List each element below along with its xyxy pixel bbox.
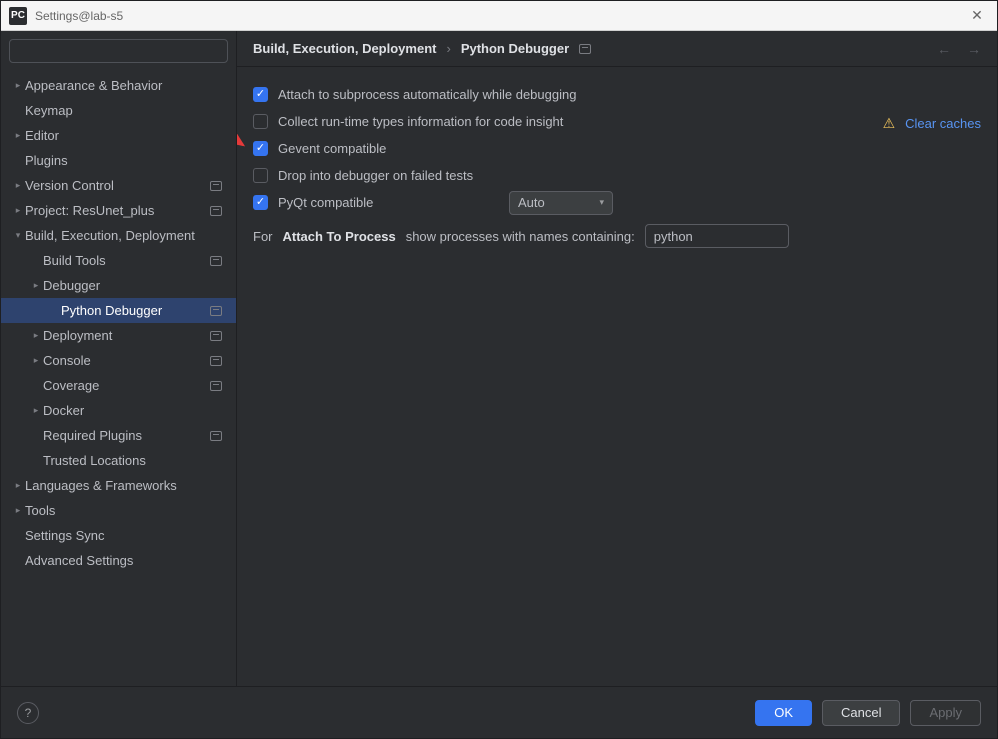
tree-item-label: Languages & Frameworks bbox=[25, 478, 228, 493]
attach-subprocess-checkbox[interactable] bbox=[253, 87, 268, 102]
tree-item-label: Trusted Locations bbox=[43, 453, 228, 468]
search-input[interactable] bbox=[9, 39, 228, 63]
tree-item-label: Build, Execution, Deployment bbox=[25, 228, 228, 243]
tree-item-required-plugins[interactable]: Required Plugins bbox=[1, 423, 236, 448]
project-scope-icon bbox=[210, 206, 222, 216]
nav-back-icon[interactable]: ← bbox=[937, 41, 951, 57]
chevron-down-icon: ▾ bbox=[599, 197, 604, 208]
tree-item-label: Project: ResUnet_plus bbox=[25, 203, 210, 218]
tree-item-label: Build Tools bbox=[43, 253, 210, 268]
gevent-checkbox[interactable] bbox=[253, 141, 268, 156]
breadcrumb-leaf: Python Debugger bbox=[461, 41, 569, 56]
tree-item-deployment[interactable]: ▸Deployment bbox=[1, 323, 236, 348]
tree-item-languages-frameworks[interactable]: ▸Languages & Frameworks bbox=[1, 473, 236, 498]
tree-item-settings-sync[interactable]: Settings Sync bbox=[1, 523, 236, 548]
tree-item-tools[interactable]: ▸Tools bbox=[1, 498, 236, 523]
tree-item-label: Debugger bbox=[43, 278, 228, 293]
tree-item-label: Advanced Settings bbox=[25, 553, 228, 568]
project-scope-icon bbox=[579, 44, 591, 54]
tree-item-build-tools[interactable]: Build Tools bbox=[1, 248, 236, 273]
settings-sidebar: ▸Appearance & BehaviorKeymap▸EditorPlugi… bbox=[1, 31, 237, 686]
breadcrumb-root[interactable]: Build, Execution, Deployment bbox=[253, 41, 436, 56]
close-icon[interactable]: ✕ bbox=[965, 7, 989, 24]
chevron-right-icon: ▸ bbox=[11, 205, 25, 216]
tree-item-label: Editor bbox=[25, 128, 228, 143]
tree-item-label: Settings Sync bbox=[25, 528, 228, 543]
cancel-button[interactable]: Cancel bbox=[822, 700, 900, 726]
pyqt-select[interactable]: Auto ▾ bbox=[509, 191, 613, 215]
settings-tree[interactable]: ▸Appearance & BehaviorKeymap▸EditorPlugi… bbox=[1, 71, 236, 686]
chevron-right-icon: ▸ bbox=[29, 330, 43, 341]
help-button[interactable]: ? bbox=[17, 702, 39, 724]
tree-item-label: Deployment bbox=[43, 328, 210, 343]
tree-item-plugins[interactable]: Plugins bbox=[1, 148, 236, 173]
warning-icon: ⚠ bbox=[883, 115, 896, 132]
apply-button[interactable]: Apply bbox=[910, 700, 981, 726]
tree-item-label: Console bbox=[43, 353, 210, 368]
tree-item-coverage[interactable]: Coverage bbox=[1, 373, 236, 398]
tree-item-advanced-settings[interactable]: Advanced Settings bbox=[1, 548, 236, 573]
project-scope-icon bbox=[210, 181, 222, 191]
chevron-right-icon: ▸ bbox=[29, 355, 43, 366]
project-scope-icon bbox=[210, 381, 222, 391]
settings-main: Build, Execution, Deployment › Python De… bbox=[237, 31, 997, 686]
nav-forward-icon[interactable]: → bbox=[967, 41, 981, 57]
window-title: Settings@lab-s5 bbox=[35, 9, 965, 23]
tree-item-label: Version Control bbox=[25, 178, 210, 193]
chevron-right-icon: ▸ bbox=[29, 405, 43, 416]
project-scope-icon bbox=[210, 256, 222, 266]
tree-item-debugger[interactable]: ▸Debugger bbox=[1, 273, 236, 298]
chevron-right-icon: › bbox=[446, 41, 450, 56]
attach-subprocess-label[interactable]: Attach to subprocess automatically while… bbox=[278, 87, 576, 102]
chevron-right-icon: ▸ bbox=[11, 180, 25, 191]
tree-item-label: Appearance & Behavior bbox=[25, 78, 228, 93]
chevron-right-icon: ▸ bbox=[11, 505, 25, 516]
project-scope-icon bbox=[210, 331, 222, 341]
gevent-label[interactable]: Gevent compatible bbox=[278, 141, 386, 156]
pyqt-label[interactable]: PyQt compatible bbox=[278, 195, 373, 210]
tree-item-build-execution-deployment[interactable]: ▾Build, Execution, Deployment bbox=[1, 223, 236, 248]
drop-into-checkbox[interactable] bbox=[253, 168, 268, 183]
project-scope-icon bbox=[210, 356, 222, 366]
tree-item-trusted-locations[interactable]: Trusted Locations bbox=[1, 448, 236, 473]
drop-into-label[interactable]: Drop into debugger on failed tests bbox=[278, 168, 473, 183]
chevron-right-icon: ▸ bbox=[29, 280, 43, 291]
tree-item-label: Docker bbox=[43, 403, 228, 418]
tree-item-editor[interactable]: ▸Editor bbox=[1, 123, 236, 148]
titlebar: PC Settings@lab-s5 ✕ bbox=[1, 1, 997, 31]
chevron-right-icon: ▸ bbox=[11, 130, 25, 141]
tree-item-project-resunet-plus[interactable]: ▸Project: ResUnet_plus bbox=[1, 198, 236, 223]
dialog-footer: ? OK Cancel Apply bbox=[1, 686, 997, 738]
tree-item-version-control[interactable]: ▸Version Control bbox=[1, 173, 236, 198]
pyqt-select-value: Auto bbox=[518, 195, 599, 210]
chevron-right-icon: ▸ bbox=[11, 480, 25, 491]
tree-item-python-debugger[interactable]: Python Debugger bbox=[1, 298, 236, 323]
chevron-down-icon: ▾ bbox=[11, 230, 25, 241]
collect-runtime-label[interactable]: Collect run-time types information for c… bbox=[278, 114, 563, 129]
annotation-arrow-icon bbox=[237, 115, 251, 151]
breadcrumb: Build, Execution, Deployment › Python De… bbox=[253, 41, 591, 56]
tree-item-keymap[interactable]: Keymap bbox=[1, 98, 236, 123]
app-icon: PC bbox=[9, 7, 27, 25]
tree-item-docker[interactable]: ▸Docker bbox=[1, 398, 236, 423]
tree-item-label: Required Plugins bbox=[43, 428, 210, 443]
tree-item-label: Coverage bbox=[43, 378, 210, 393]
tree-item-label: Tools bbox=[25, 503, 228, 518]
collect-runtime-checkbox[interactable] bbox=[253, 114, 268, 129]
pyqt-checkbox[interactable] bbox=[253, 195, 268, 210]
project-scope-icon bbox=[210, 431, 222, 441]
tree-item-console[interactable]: ▸Console bbox=[1, 348, 236, 373]
attach-pre-text: For bbox=[253, 229, 273, 244]
tree-item-appearance-behavior[interactable]: ▸Appearance & Behavior bbox=[1, 73, 236, 98]
tree-item-label: Plugins bbox=[25, 153, 228, 168]
ok-button[interactable]: OK bbox=[755, 700, 812, 726]
tree-item-label: Python Debugger bbox=[61, 303, 210, 318]
chevron-right-icon: ▸ bbox=[11, 80, 25, 91]
attach-process-input[interactable] bbox=[645, 224, 789, 248]
attach-bold-text: Attach To Process bbox=[283, 229, 396, 244]
attach-post-text: show processes with names containing: bbox=[406, 229, 635, 244]
project-scope-icon bbox=[210, 306, 222, 316]
tree-item-label: Keymap bbox=[25, 103, 228, 118]
clear-caches-link[interactable]: Clear caches bbox=[905, 116, 981, 131]
